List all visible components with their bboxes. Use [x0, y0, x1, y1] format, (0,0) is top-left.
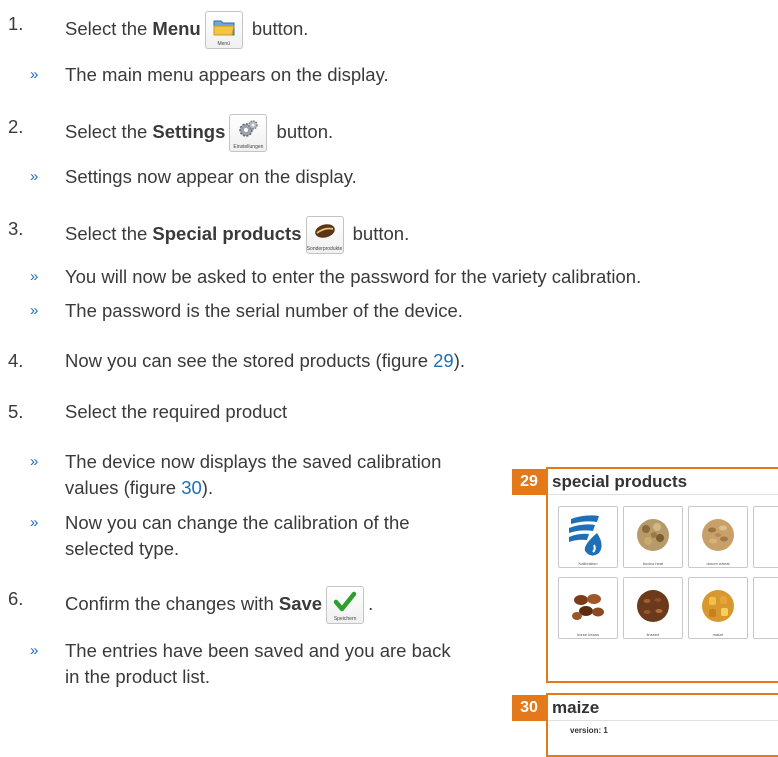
step-text: Now you can see the stored products (fig…	[65, 350, 434, 371]
product-tile-buckwheat[interactable]: buckw heat	[623, 506, 683, 568]
step-6: 6. Confirm the changes with Save Speiche…	[8, 586, 373, 624]
result-text: in the product list.	[65, 666, 210, 687]
result-text: The device now displays the saved calibr…	[65, 451, 442, 472]
step-number: 3.	[8, 218, 24, 239]
step-text-suffix: button.	[271, 120, 334, 142]
step-2: 2. Select the Settings Einstellungen but…	[8, 114, 333, 152]
tile-caption: horse beans	[576, 632, 599, 637]
step-text: Select the	[65, 222, 153, 244]
figure-30-link[interactable]: 30	[181, 477, 202, 498]
result-text: The entries have been saved and you are …	[65, 640, 451, 661]
figure-30-number: 30	[512, 695, 546, 721]
save-button-caption: Speichern	[333, 616, 357, 622]
special-products-button-caption: Sonderprodukte	[306, 246, 343, 252]
step-number: 5.	[8, 401, 24, 422]
grain-icon	[702, 590, 734, 622]
result-bullet: »	[30, 168, 39, 185]
result-text: selected type.	[65, 538, 180, 559]
product-tile-partial[interactable]	[753, 506, 778, 568]
grain-icon	[637, 590, 669, 622]
tile-caption: linseed	[646, 632, 660, 637]
figure-29-link[interactable]: 29	[433, 350, 454, 371]
step-5: 5. Select the required product	[8, 399, 287, 425]
special-products-label: Special products	[152, 222, 302, 244]
logo-icon	[569, 515, 602, 556]
product-tile-horse-beans[interactable]: horse beans	[558, 577, 618, 639]
figure-29-number: 29	[512, 469, 546, 495]
product-tile-kalibration[interactable]: Kalibration	[558, 506, 618, 568]
result-bullet: »	[30, 642, 39, 659]
tile-caption: Kalibration	[578, 561, 598, 566]
step-text: Confirm the changes with	[65, 592, 279, 614]
step-3: 3. Select the Special products Sonderpro…	[8, 216, 409, 254]
product-tile-linseed[interactable]: linseed	[623, 577, 683, 639]
step-text: Select the	[65, 120, 153, 142]
grain-icon	[637, 519, 669, 551]
result-bullet: »	[30, 302, 39, 319]
result-bullet: »	[30, 453, 39, 470]
product-tile-maize[interactable]: maize	[688, 577, 748, 639]
result-bullet: »	[30, 66, 39, 83]
step-text: Select the required product	[65, 401, 288, 422]
step-text-suffix: button.	[246, 17, 309, 39]
figure-29-title: special products	[552, 472, 688, 491]
step-text-suffix: ).	[453, 350, 466, 371]
settings-button[interactable]: Einstellungen	[229, 114, 268, 152]
gears-icon	[239, 120, 259, 137]
step-number: 4.	[8, 350, 24, 371]
result-text: Settings now appear on the display.	[65, 166, 357, 187]
figure-30-maize: maize version: 1	[546, 693, 778, 757]
settings-button-caption: Einstellungen	[233, 144, 264, 150]
grain-icon	[702, 519, 734, 551]
tile-caption: buckw heat	[642, 561, 664, 566]
step-text-suffix: button.	[347, 222, 410, 244]
tile-caption: maize	[712, 632, 724, 637]
menu-button[interactable]: Menü	[204, 11, 243, 49]
result-text: The main menu appears on the display.	[65, 64, 389, 85]
step-1: 1. Select the Menu Menü button.	[8, 11, 308, 49]
folder-icon	[213, 20, 235, 36]
special-products-button[interactable]: Sonderprodukte	[305, 216, 344, 254]
step-text-suffix: .	[368, 592, 374, 614]
result-text: Now you can change the calibration of th…	[65, 512, 410, 533]
save-button[interactable]: Speichern	[326, 586, 365, 624]
step-number: 2.	[8, 116, 24, 137]
bean-icon	[572, 594, 604, 620]
step-4: 4. Now you can see the stored products (…	[8, 348, 465, 374]
step-number: 6.	[8, 588, 24, 609]
product-tile-partial[interactable]	[753, 577, 778, 639]
step-text: Select the	[65, 17, 153, 39]
result-text: You will now be asked to enter the passw…	[65, 266, 642, 287]
bean-icon	[314, 224, 335, 238]
result-bullet: »	[30, 514, 39, 531]
result-text: values (figure	[65, 477, 182, 498]
settings-label: Settings	[152, 120, 226, 142]
menu-button-caption: Menü	[217, 41, 230, 47]
figure-30-title: maize	[552, 698, 600, 717]
menu-label: Menu	[152, 17, 201, 39]
figure-29-special-products: special products Kalibration buckw heat …	[546, 467, 778, 683]
checkmark-icon	[333, 591, 357, 612]
save-label: Save	[278, 592, 323, 614]
tile-caption: durum wheat	[706, 561, 730, 566]
result-text-suffix: ).	[201, 477, 214, 498]
result-bullet: »	[30, 268, 39, 285]
result-text: The password is the serial number of the…	[65, 300, 463, 321]
product-tile-durum-wheat[interactable]: durum wheat	[688, 506, 748, 568]
step-number: 1.	[8, 13, 24, 34]
